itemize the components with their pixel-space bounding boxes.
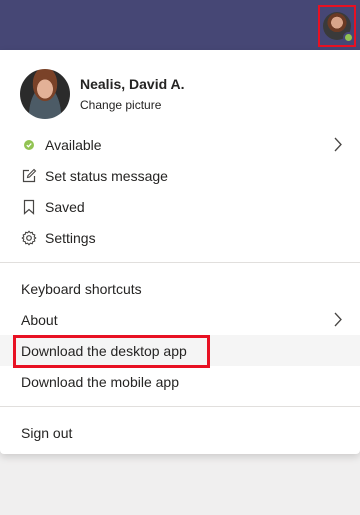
top-bar <box>0 0 360 50</box>
profile-menu-panel: Nealis, David A. Change picture Availabl… <box>0 50 360 454</box>
menu-item-saved[interactable]: Saved <box>0 191 360 222</box>
change-picture-link[interactable]: Change picture <box>80 96 185 114</box>
menu-item-download-mobile-app[interactable]: Download the mobile app <box>0 366 360 397</box>
bookmark-icon <box>21 199 37 215</box>
divider <box>0 262 360 263</box>
menu-item-label: Download the mobile app <box>21 373 179 390</box>
profile-header: Nealis, David A. Change picture <box>20 68 185 120</box>
edit-icon <box>21 168 37 184</box>
menu-item-about[interactable]: About <box>0 304 360 335</box>
chevron-right-icon <box>334 312 342 327</box>
menu-item-keyboard-shortcuts[interactable]: Keyboard shortcuts <box>0 273 360 304</box>
menu-item-sign-out[interactable]: Sign out <box>0 417 360 448</box>
divider <box>0 406 360 407</box>
menu-item-set-status-message[interactable]: Set status message <box>0 160 360 191</box>
menu-item-settings[interactable]: Settings <box>0 222 360 253</box>
menu-item-status[interactable]: Available <box>0 129 360 160</box>
menu-item-label: Keyboard shortcuts <box>21 280 142 297</box>
menu-item-download-desktop-app[interactable]: Download the desktop app <box>0 335 360 366</box>
profile-picture[interactable] <box>20 69 70 119</box>
menu-item-label: Settings <box>45 229 96 246</box>
menu-item-label: Saved <box>45 198 85 215</box>
menu-item-label: Set status message <box>45 167 168 184</box>
chevron-right-icon <box>334 137 342 152</box>
menu-item-label: About <box>21 311 58 328</box>
gear-icon <box>21 230 37 246</box>
menu-item-label: Download the desktop app <box>21 342 187 359</box>
menu-item-label: Available <box>45 136 102 153</box>
profile-avatar-button[interactable] <box>318 5 356 47</box>
menu-item-label: Sign out <box>21 424 73 441</box>
profile-name: Nealis, David A. <box>80 75 185 92</box>
status-available-icon <box>21 137 37 153</box>
presence-available-icon <box>343 32 354 43</box>
avatar <box>323 12 354 43</box>
